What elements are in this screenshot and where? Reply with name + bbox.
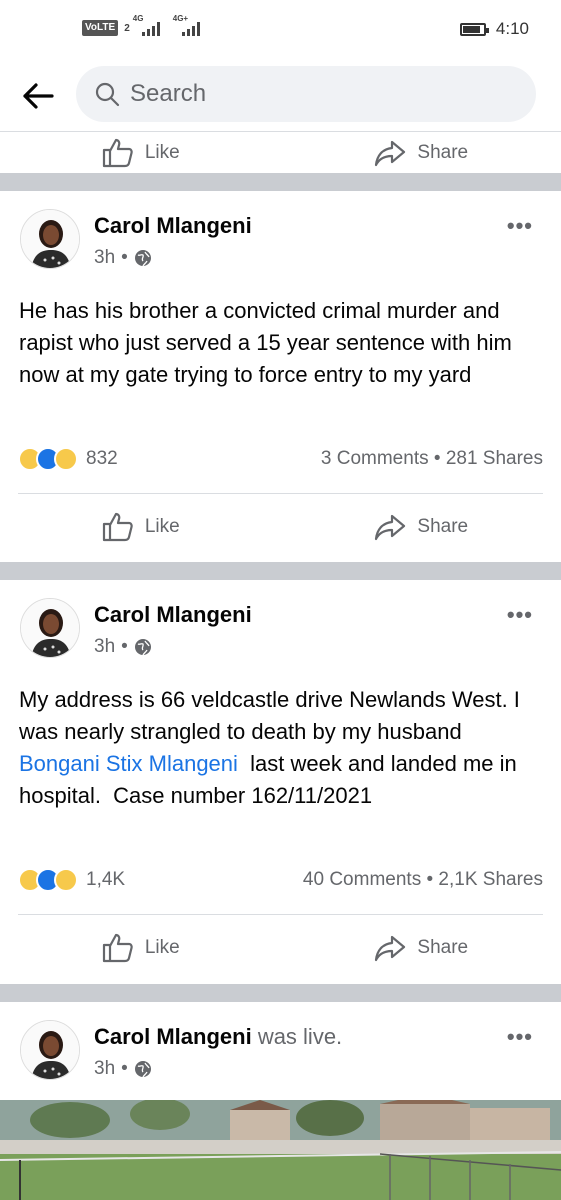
avatar[interactable]: [20, 598, 80, 658]
more-horizontal-icon[interactable]: •••: [507, 602, 533, 628]
post-text: He has his brother a convicted crimal mu…: [19, 298, 512, 387]
like-button[interactable]: Like: [0, 918, 281, 978]
engagement-counts: 40 Comments • 2,1K Shares: [302, 869, 543, 890]
comments-count[interactable]: 40 Comments: [303, 869, 421, 890]
post-card: Carol Mlangeni 3h • ••• My address is 66…: [0, 580, 561, 984]
post-stats: 1,4K 40 Comments • 2,1K Shares: [18, 865, 543, 895]
share-button[interactable]: Share: [281, 133, 561, 173]
search-icon: [95, 82, 120, 107]
volte-badge: VoLTE: [82, 20, 119, 36]
globe-icon: [134, 250, 151, 267]
thumbs-up-icon: [102, 138, 133, 168]
wow-reaction-icon: [54, 447, 78, 471]
status-bar: VoLTE 2 4G 4G+ 4:10: [0, 0, 561, 60]
like-label: Like: [144, 516, 180, 537]
share-label: Share: [417, 937, 469, 958]
status-right: 4:10: [459, 19, 529, 39]
like-button[interactable]: Like: [0, 133, 281, 173]
post-author[interactable]: Carol Mlangeni: [94, 602, 252, 628]
sim-number: 2: [124, 22, 130, 34]
shares-count[interactable]: 2,1K Shares: [438, 869, 543, 890]
share-button[interactable]: Share: [281, 497, 561, 557]
more-horizontal-icon[interactable]: •••: [507, 213, 533, 239]
comments-count[interactable]: 3 Comments: [321, 448, 429, 469]
share-arrow-icon: [375, 514, 406, 541]
post-meta: 3h •: [94, 247, 152, 269]
share-label: Share: [417, 516, 469, 537]
mention-link[interactable]: Bongani Stix Mlangeni: [19, 751, 238, 776]
share-button[interactable]: Share: [281, 918, 561, 978]
post-meta: 3h •: [94, 636, 152, 658]
share-arrow-icon: [375, 935, 406, 962]
like-label: Like: [144, 937, 180, 958]
share-label: Share: [417, 142, 469, 163]
arrow-left-icon: [23, 83, 54, 109]
live-video-thumbnail[interactable]: [0, 1100, 561, 1200]
thumbs-up-icon: [102, 933, 133, 963]
post-stats: 832 3 Comments • 281 Shares: [18, 444, 543, 474]
post-author: Carol Mlangeni was live.: [94, 1024, 343, 1049]
divider-line: [18, 914, 543, 915]
feed-divider: [0, 173, 561, 191]
globe-icon: [134, 1061, 151, 1078]
post-time[interactable]: 3h: [94, 247, 115, 269]
reaction-count: 1,4K: [86, 869, 126, 890]
search-header: [0, 60, 561, 132]
post-card: Carol Mlangeni was live. 3h • •••: [0, 1002, 561, 1200]
post-meta: 3h •: [94, 1058, 152, 1080]
feed-divider: [0, 984, 561, 1002]
share-arrow-icon: [375, 140, 406, 167]
divider-line: [18, 493, 543, 494]
live-status: was live.: [257, 1024, 343, 1049]
post-actions: Like Share: [0, 497, 561, 557]
reaction-count: 832: [86, 448, 118, 469]
signal-1-icon: 4G: [133, 14, 160, 36]
signal-2-icon: 4G+: [173, 14, 200, 36]
thumbs-up-icon: [102, 512, 133, 542]
like-button[interactable]: Like: [0, 497, 281, 557]
post-time[interactable]: 3h: [94, 1058, 115, 1080]
search-bar[interactable]: [76, 66, 536, 122]
previous-post-actions: Like Share: [0, 133, 561, 173]
reactions-summary[interactable]: 1,4K: [18, 868, 125, 892]
post-text: My address is 66 veldcastle drive Newlan…: [19, 687, 523, 808]
avatar[interactable]: [20, 209, 80, 269]
more-horizontal-icon[interactable]: •••: [507, 1024, 533, 1050]
like-label: Like: [144, 142, 180, 163]
post-actions: Like Share: [0, 918, 561, 978]
post-author[interactable]: Carol Mlangeni: [94, 213, 252, 239]
globe-icon: [134, 639, 151, 656]
post-time[interactable]: 3h: [94, 636, 115, 658]
post-card: Carol Mlangeni 3h • ••• He has his broth…: [0, 191, 561, 562]
search-input[interactable]: [130, 80, 490, 108]
back-button[interactable]: [18, 76, 58, 116]
clock: 4:10: [495, 19, 529, 38]
reactions-summary[interactable]: 832: [18, 447, 118, 471]
battery-icon: [459, 22, 489, 36]
avatar[interactable]: [20, 1020, 80, 1080]
shares-count[interactable]: 281 Shares: [446, 448, 543, 469]
feed-divider: [0, 562, 561, 580]
wow-reaction-icon: [54, 868, 78, 892]
network-indicators: VoLTE 2 4G 4G+: [82, 14, 200, 36]
engagement-counts: 3 Comments • 281 Shares: [320, 448, 543, 469]
